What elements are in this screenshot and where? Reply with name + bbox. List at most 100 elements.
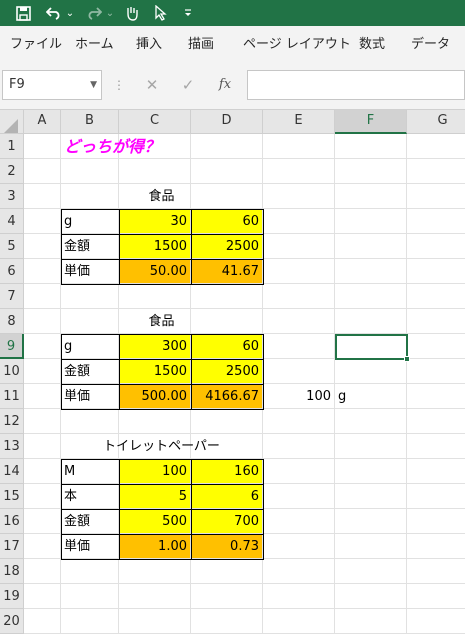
cell[interactable]: [24, 134, 61, 159]
cell[interactable]: [407, 209, 465, 234]
cell[interactable]: [191, 584, 263, 609]
cell-d15[interactable]: 6: [191, 484, 263, 509]
cell[interactable]: [24, 259, 61, 284]
cell[interactable]: [263, 459, 335, 484]
cell[interactable]: [191, 284, 263, 309]
cell[interactable]: [263, 234, 335, 259]
cell[interactable]: [24, 409, 61, 434]
row-header[interactable]: 7: [0, 284, 24, 309]
cell[interactable]: [407, 184, 465, 209]
cell[interactable]: [24, 234, 61, 259]
cell-d10[interactable]: 2500: [191, 359, 263, 384]
row-header[interactable]: 13: [0, 434, 24, 459]
cell[interactable]: [119, 584, 191, 609]
cell-c8[interactable]: 食品: [61, 309, 263, 334]
row-header[interactable]: 16: [0, 509, 24, 534]
row-header[interactable]: 4: [0, 209, 24, 234]
cell[interactable]: [263, 159, 335, 184]
cell[interactable]: [24, 484, 61, 509]
cell-c5[interactable]: 1500: [119, 234, 191, 259]
cell[interactable]: [24, 609, 61, 634]
cell[interactable]: [263, 509, 335, 534]
cell[interactable]: [407, 359, 465, 384]
cell-d17[interactable]: 0.73: [191, 534, 263, 559]
row-header[interactable]: 17: [0, 534, 24, 559]
cell[interactable]: [407, 309, 465, 334]
cell[interactable]: [24, 359, 61, 384]
cell[interactable]: [191, 159, 263, 184]
cell-d4[interactable]: 60: [191, 209, 263, 234]
cell-e11[interactable]: 100: [263, 384, 335, 409]
cell[interactable]: [335, 309, 407, 334]
cell[interactable]: [61, 584, 119, 609]
cell-c3[interactable]: 食品: [61, 184, 263, 209]
cell[interactable]: [335, 609, 407, 634]
cell[interactable]: [24, 159, 61, 184]
cell[interactable]: [119, 559, 191, 584]
cell[interactable]: [407, 509, 465, 534]
cell[interactable]: [119, 159, 191, 184]
column-header-f[interactable]: F: [335, 110, 407, 134]
cell[interactable]: [335, 559, 407, 584]
cell-d5[interactable]: 2500: [191, 234, 263, 259]
cell[interactable]: [407, 609, 465, 634]
cell-d11[interactable]: 4166.67: [191, 384, 263, 409]
row-header[interactable]: 3: [0, 184, 24, 209]
cell[interactable]: [335, 534, 407, 559]
cell[interactable]: [407, 459, 465, 484]
column-header-g[interactable]: G: [407, 110, 465, 134]
cell[interactable]: [24, 509, 61, 534]
column-header-d[interactable]: D: [191, 110, 263, 134]
cell[interactable]: [407, 484, 465, 509]
cell[interactable]: [24, 559, 61, 584]
cell[interactable]: [335, 409, 407, 434]
cell[interactable]: [407, 384, 465, 409]
cell-c13[interactable]: トイレットペーパー: [61, 434, 263, 459]
cell[interactable]: [191, 409, 263, 434]
row-header[interactable]: 12: [0, 409, 24, 434]
cell-c15[interactable]: 5: [119, 484, 191, 509]
cell[interactable]: [61, 284, 119, 309]
cell[interactable]: [263, 609, 335, 634]
cell[interactable]: [263, 184, 335, 209]
cell[interactable]: [263, 334, 335, 359]
cell[interactable]: [119, 284, 191, 309]
cell[interactable]: [407, 409, 465, 434]
cell[interactable]: [407, 234, 465, 259]
cell[interactable]: [407, 259, 465, 284]
cell[interactable]: [335, 284, 407, 309]
row-header[interactable]: 14: [0, 459, 24, 484]
cell[interactable]: [24, 534, 61, 559]
cell-f11[interactable]: g: [335, 384, 407, 409]
cell[interactable]: [61, 409, 119, 434]
cell-b10[interactable]: 金額: [61, 359, 119, 384]
cell[interactable]: [263, 134, 335, 159]
row-header[interactable]: 20: [0, 609, 24, 634]
cell-b6[interactable]: 単価: [61, 259, 119, 284]
cell[interactable]: [335, 209, 407, 234]
cell[interactable]: [407, 134, 465, 159]
cell[interactable]: [24, 584, 61, 609]
cell[interactable]: [61, 559, 119, 584]
cell-b1[interactable]: どっちが得？: [61, 134, 261, 159]
cell[interactable]: [263, 559, 335, 584]
column-header-b[interactable]: B: [61, 110, 119, 134]
cell[interactable]: [61, 609, 119, 634]
row-header[interactable]: 8: [0, 309, 24, 334]
cell-c16[interactable]: 500: [119, 509, 191, 534]
cell[interactable]: [407, 334, 465, 359]
row-header[interactable]: 19: [0, 584, 24, 609]
cell[interactable]: [263, 209, 335, 234]
cell-c6[interactable]: 50.00: [119, 259, 191, 284]
cell[interactable]: [24, 209, 61, 234]
select-all-corner[interactable]: [0, 110, 24, 134]
cell[interactable]: [335, 509, 407, 534]
active-cell-selection[interactable]: [335, 334, 410, 362]
cell[interactable]: [24, 459, 61, 484]
column-header-e[interactable]: E: [263, 110, 335, 134]
cell[interactable]: [335, 459, 407, 484]
row-header[interactable]: 10: [0, 359, 24, 384]
cell[interactable]: [407, 559, 465, 584]
cell[interactable]: [191, 609, 263, 634]
cell-c10[interactable]: 1500: [119, 359, 191, 384]
